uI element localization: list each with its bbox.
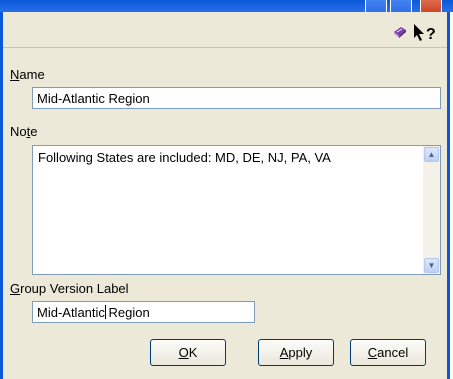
- maximize-button[interactable]: [390, 0, 412, 12]
- toolbar: ?: [3, 12, 447, 48]
- scroll-down-button[interactable]: ▼: [424, 258, 439, 273]
- group-version-label: Group Version Label: [10, 281, 129, 296]
- note-label: Note: [10, 124, 38, 139]
- help-book-icon[interactable]: [393, 26, 407, 38]
- dialog: ? Name Mid-Atlantic Region Note Followin…: [0, 12, 450, 379]
- cancel-button[interactable]: Cancel: [350, 339, 426, 366]
- group-version-field[interactable]: Mid-Atlantic Region: [32, 301, 255, 323]
- title-bar: [0, 0, 453, 12]
- name-label: Name: [10, 67, 45, 82]
- name-field[interactable]: Mid-Atlantic Region: [32, 87, 441, 109]
- note-text: Following States are included: MD, DE, N…: [38, 150, 331, 165]
- apply-button[interactable]: Apply: [258, 339, 334, 366]
- note-field[interactable]: Following States are included: MD, DE, N…: [32, 145, 441, 275]
- close-button[interactable]: [420, 0, 442, 12]
- svg-text:?: ?: [426, 26, 436, 43]
- minimize-button[interactable]: [365, 0, 387, 12]
- scroll-up-button[interactable]: ▲: [424, 147, 439, 162]
- ok-button[interactable]: OK: [150, 339, 226, 366]
- note-scrollbar[interactable]: ▲ ▼: [423, 146, 440, 274]
- whats-this-help-icon[interactable]: ?: [413, 23, 439, 43]
